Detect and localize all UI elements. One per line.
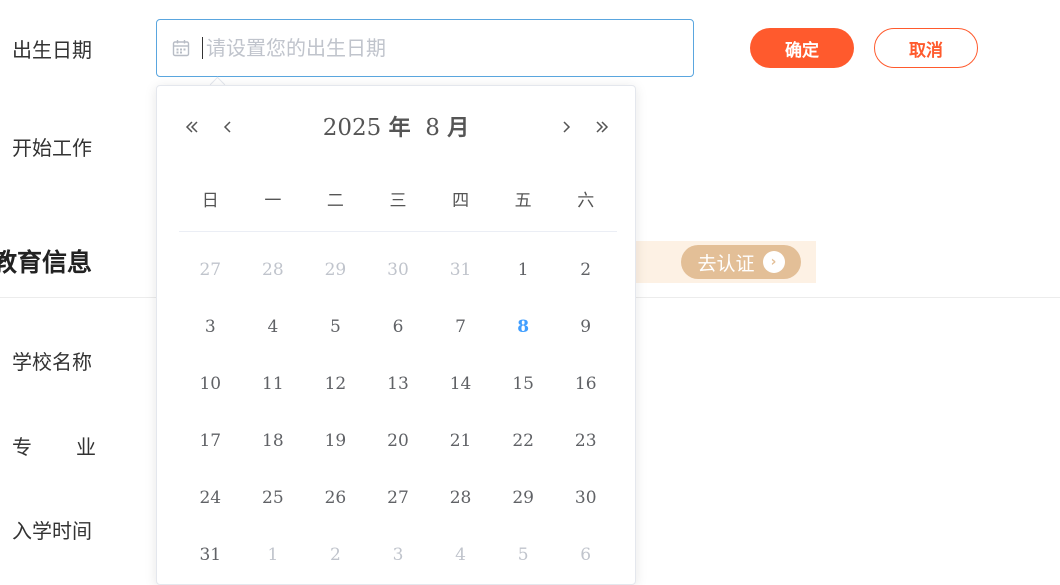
calendar-day[interactable]: 30 (554, 469, 617, 526)
calendar-day[interactable]: 29 (304, 241, 367, 298)
weekday-label: 一 (264, 191, 282, 211)
calendar-day[interactable]: 31 (179, 526, 242, 583)
calendar-day[interactable]: 18 (242, 412, 305, 469)
calendar-day[interactable]: 15 (492, 355, 555, 412)
weekday-divider (179, 231, 617, 232)
calendar-year-unit: 年 (388, 116, 411, 141)
calendar-day[interactable]: 27 (367, 469, 430, 526)
calendar-day[interactable]: 14 (429, 355, 492, 412)
start-work-label: 开始工作 (12, 136, 92, 160)
calendar-month-unit: 月 (447, 116, 470, 141)
calendar-day[interactable]: 26 (304, 469, 367, 526)
major-label: 专 业 (12, 431, 96, 460)
weekday-label: 日 (201, 191, 219, 211)
birth-date-input[interactable] (204, 35, 668, 61)
calendar-day[interactable]: 3 (367, 526, 430, 583)
enroll-date-label: 入学时间 (12, 519, 92, 543)
confirm-button[interactable]: 确定 (750, 28, 854, 68)
next-year-icon[interactable] (587, 112, 617, 142)
calendar-day[interactable]: 28 (429, 469, 492, 526)
cancel-button[interactable]: 取消 (874, 28, 978, 68)
verify-button-label: 去认证 (697, 252, 755, 275)
weekday-label: 四 (452, 191, 470, 211)
calendar-day[interactable]: 3 (179, 298, 242, 355)
calendar-day[interactable]: 23 (554, 412, 617, 469)
weekday-label: 三 (389, 191, 407, 211)
calendar-day[interactable]: 2 (554, 241, 617, 298)
birth-date-label: 出生日期 (12, 38, 92, 62)
calendar-day[interactable]: 2 (304, 526, 367, 583)
calendar-day[interactable]: 1 (242, 526, 305, 583)
major-label-char: 专 (12, 435, 32, 459)
calendar-day[interactable]: 24 (179, 469, 242, 526)
calendar-day[interactable]: 20 (367, 412, 430, 469)
verify-button[interactable]: 去认证 › (681, 245, 801, 279)
calendar-day[interactable]: 13 (367, 355, 430, 412)
calendar-day[interactable]: 27 (179, 241, 242, 298)
calendar-days-grid: 27 28 29 30 31 1 2 3 4 5 6 7 8 9 10 11 12 13 14 15 16 17 18 19 2… (179, 241, 617, 583)
calendar-day[interactable]: 11 (242, 355, 305, 412)
birth-date-input-wrapper[interactable] (156, 19, 694, 77)
calendar-day[interactable]: 28 (242, 241, 305, 298)
calendar-day[interactable]: 6 (367, 298, 430, 355)
calendar-day[interactable]: 10 (179, 355, 242, 412)
calendar-day[interactable]: 7 (429, 298, 492, 355)
calendar-icon (172, 38, 192, 58)
calendar-day[interactable]: 21 (429, 412, 492, 469)
calendar-day[interactable]: 12 (304, 355, 367, 412)
calendar-day[interactable]: 22 (492, 412, 555, 469)
calendar-day[interactable]: 9 (554, 298, 617, 355)
calendar-day[interactable]: 31 (429, 241, 492, 298)
calendar-day[interactable]: 17 (179, 412, 242, 469)
calendar-day[interactable]: 6 (554, 526, 617, 583)
calendar-day[interactable]: 5 (304, 298, 367, 355)
next-month-icon[interactable] (551, 112, 581, 142)
chevron-right-circle-icon: › (762, 251, 785, 273)
weekday-label: 五 (514, 191, 532, 211)
calendar-day[interactable]: 19 (304, 412, 367, 469)
calendar-day[interactable]: 29 (492, 469, 555, 526)
weekday-label: 六 (577, 191, 595, 211)
calendar-day[interactable]: 25 (242, 469, 305, 526)
school-name-label: 学校名称 (12, 350, 92, 374)
calendar-day[interactable]: 5 (492, 526, 555, 583)
calendar-day[interactable]: 4 (242, 298, 305, 355)
education-section-title: 教育信息 (0, 248, 93, 277)
text-caret (202, 37, 203, 59)
calendar-day[interactable]: 30 (367, 241, 430, 298)
calendar-day[interactable]: 4 (429, 526, 492, 583)
calendar-day-today[interactable]: 8 (492, 298, 555, 355)
weekday-header: 日 一 二 三 四 五 六 (179, 186, 617, 211)
calendar-month[interactable]: 8 (425, 115, 440, 141)
calendar-year[interactable]: 2025 (323, 115, 382, 141)
weekday-label: 二 (326, 191, 344, 211)
date-picker-popover: 2025 年 8 月 日 一 二 三 四 五 六 27 28 29 30 31 1 2 3 4 5… (156, 85, 636, 585)
major-label-char: 业 (76, 435, 96, 459)
calendar-day[interactable]: 1 (492, 241, 555, 298)
calendar-day[interactable]: 16 (554, 355, 617, 412)
